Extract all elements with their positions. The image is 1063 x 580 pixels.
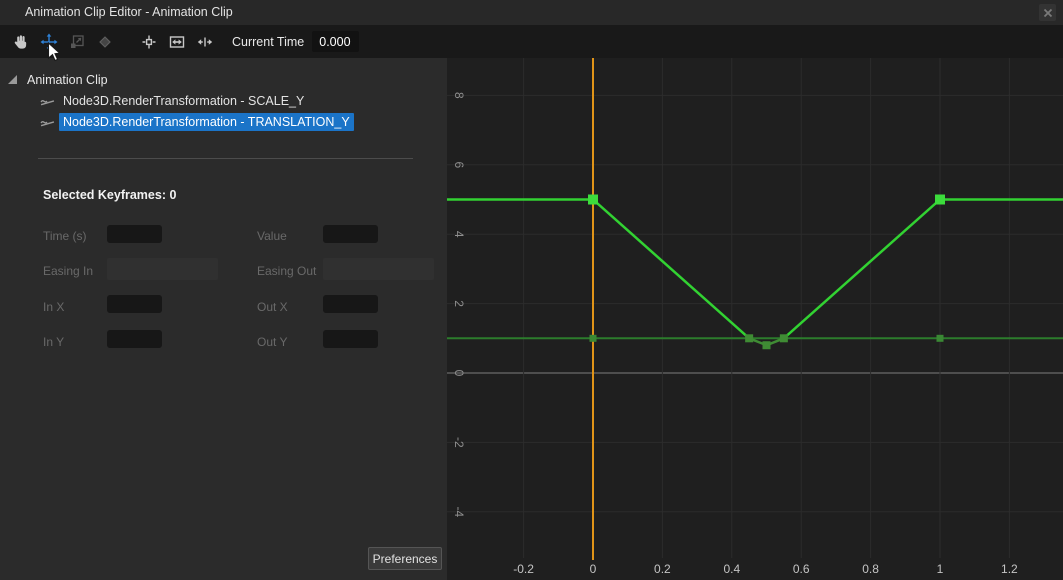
tree-item-scale-y[interactable]: Node3D.RenderTransformation - SCALE_Y bbox=[40, 92, 308, 110]
tree-root-label: Animation Clip bbox=[27, 73, 108, 87]
fit-horizontal-tool-button[interactable] bbox=[166, 31, 188, 53]
in-x-field-input[interactable] bbox=[107, 295, 162, 313]
expand-horizontal-tool-button[interactable] bbox=[194, 31, 216, 53]
animation-curve-icon bbox=[40, 95, 55, 108]
selected-keyframes-heading: Selected Keyframes: 0 bbox=[43, 188, 176, 202]
x-axis-tick-label: 0 bbox=[590, 562, 597, 576]
keyframe-handle[interactable] bbox=[745, 334, 753, 342]
keyframe-diamond-icon bbox=[96, 33, 114, 51]
preferences-button[interactable]: Preferences bbox=[368, 547, 442, 570]
tree-item-translation-y[interactable]: Node3D.RenderTransformation - TRANSLATIO… bbox=[40, 113, 354, 131]
easing-in-field-label: Easing In bbox=[43, 264, 93, 278]
value-field-input[interactable] bbox=[323, 225, 378, 243]
selected-curve-segment[interactable] bbox=[784, 200, 1063, 339]
keyframe-handle[interactable] bbox=[763, 341, 771, 349]
value-field-label: Value bbox=[257, 229, 287, 243]
close-icon bbox=[1043, 8, 1053, 18]
keyframe-handle[interactable] bbox=[937, 335, 944, 342]
hand-icon bbox=[12, 33, 30, 51]
current-time-label: Current Time bbox=[232, 35, 304, 49]
x-axis-tick-label: 0.6 bbox=[793, 562, 810, 576]
in-y-field-input[interactable] bbox=[107, 330, 162, 348]
out-y-field-label: Out Y bbox=[257, 335, 287, 349]
out-x-field-label: Out X bbox=[257, 300, 288, 314]
window-title: Animation Clip Editor - Animation Clip bbox=[25, 5, 233, 19]
add-keyframe-tool-button[interactable] bbox=[94, 31, 116, 53]
y-axis-tick-label: 4 bbox=[452, 231, 466, 238]
pan-tool-button[interactable] bbox=[10, 31, 32, 53]
tree-item-label-selected: Node3D.RenderTransformation - TRANSLATIO… bbox=[59, 113, 354, 131]
current-time-input[interactable] bbox=[312, 31, 359, 52]
easing-out-field-input[interactable] bbox=[323, 258, 434, 280]
scale-icon bbox=[68, 33, 86, 51]
expander-triangle-icon[interactable] bbox=[8, 75, 17, 84]
x-axis-tick-label: 0.8 bbox=[862, 562, 879, 576]
curve-editor-graph[interactable]: -0.2 0 0.2 0.4 0.6 0.8 1 1.2 8 6 4 2 0 -2 -4 bbox=[447, 58, 1063, 580]
in-y-field-label: In Y bbox=[43, 335, 64, 349]
fit-horizontal-icon bbox=[168, 33, 186, 51]
toolbar: Current Time bbox=[0, 25, 1063, 58]
selected-curve-segment[interactable] bbox=[447, 200, 749, 339]
x-axis-tick-label: 1 bbox=[937, 562, 944, 576]
easing-out-field-label: Easing Out bbox=[257, 264, 316, 278]
out-y-field-input[interactable] bbox=[323, 330, 378, 348]
y-axis-tick-label: -2 bbox=[452, 437, 466, 448]
time-field-label: Time (s) bbox=[43, 229, 87, 243]
y-axis-tick-label: 0 bbox=[452, 370, 466, 377]
center-keyframe-tool-button[interactable] bbox=[138, 31, 160, 53]
curve-canvas[interactable]: -0.2 0 0.2 0.4 0.6 0.8 1 1.2 8 6 4 2 0 -2 -4 bbox=[447, 58, 1063, 580]
y-axis-tick-label: -4 bbox=[452, 506, 466, 517]
animation-clip-editor-window: Animation Clip Editor - Animation Clip bbox=[0, 0, 1063, 580]
y-axis-tick-label: 8 bbox=[452, 92, 466, 99]
scale-tool-button[interactable] bbox=[66, 31, 88, 53]
keyframe-handle[interactable] bbox=[590, 335, 597, 342]
y-axis-tick-label: 6 bbox=[452, 161, 466, 168]
x-axis-tick-label: 0.4 bbox=[723, 562, 740, 576]
keyframe-handle[interactable] bbox=[588, 195, 598, 205]
y-axis-tick-label: 2 bbox=[452, 300, 466, 307]
selected-keyframes-label: Selected Keyframes: bbox=[43, 188, 166, 202]
in-x-field-label: In X bbox=[43, 300, 64, 314]
left-panel: Animation Clip Node3D.RenderTransformati… bbox=[0, 58, 447, 580]
expand-horizontal-icon bbox=[196, 33, 214, 51]
move-tool-button[interactable] bbox=[38, 31, 60, 53]
x-axis-tick-label: 1.2 bbox=[1001, 562, 1018, 576]
keyframe-handle[interactable] bbox=[935, 195, 945, 205]
easing-in-field-input[interactable] bbox=[107, 258, 218, 280]
tree-root-animation-clip[interactable]: Animation Clip bbox=[8, 71, 108, 88]
animation-curve-icon bbox=[40, 116, 55, 129]
time-field-input[interactable] bbox=[107, 225, 162, 243]
x-axis-tick-label: -0.2 bbox=[513, 562, 534, 576]
selected-keyframes-count: 0 bbox=[169, 188, 176, 202]
panel-divider bbox=[38, 158, 413, 159]
tree-item-label: Node3D.RenderTransformation - SCALE_Y bbox=[59, 92, 308, 110]
close-button[interactable] bbox=[1039, 4, 1056, 21]
move-icon bbox=[40, 33, 58, 51]
out-x-field-input[interactable] bbox=[323, 295, 378, 313]
keyframe-handle[interactable] bbox=[780, 334, 788, 342]
center-keyframe-icon bbox=[140, 33, 158, 51]
titlebar: Animation Clip Editor - Animation Clip bbox=[0, 0, 1063, 25]
x-axis-tick-label: 0.2 bbox=[654, 562, 671, 576]
